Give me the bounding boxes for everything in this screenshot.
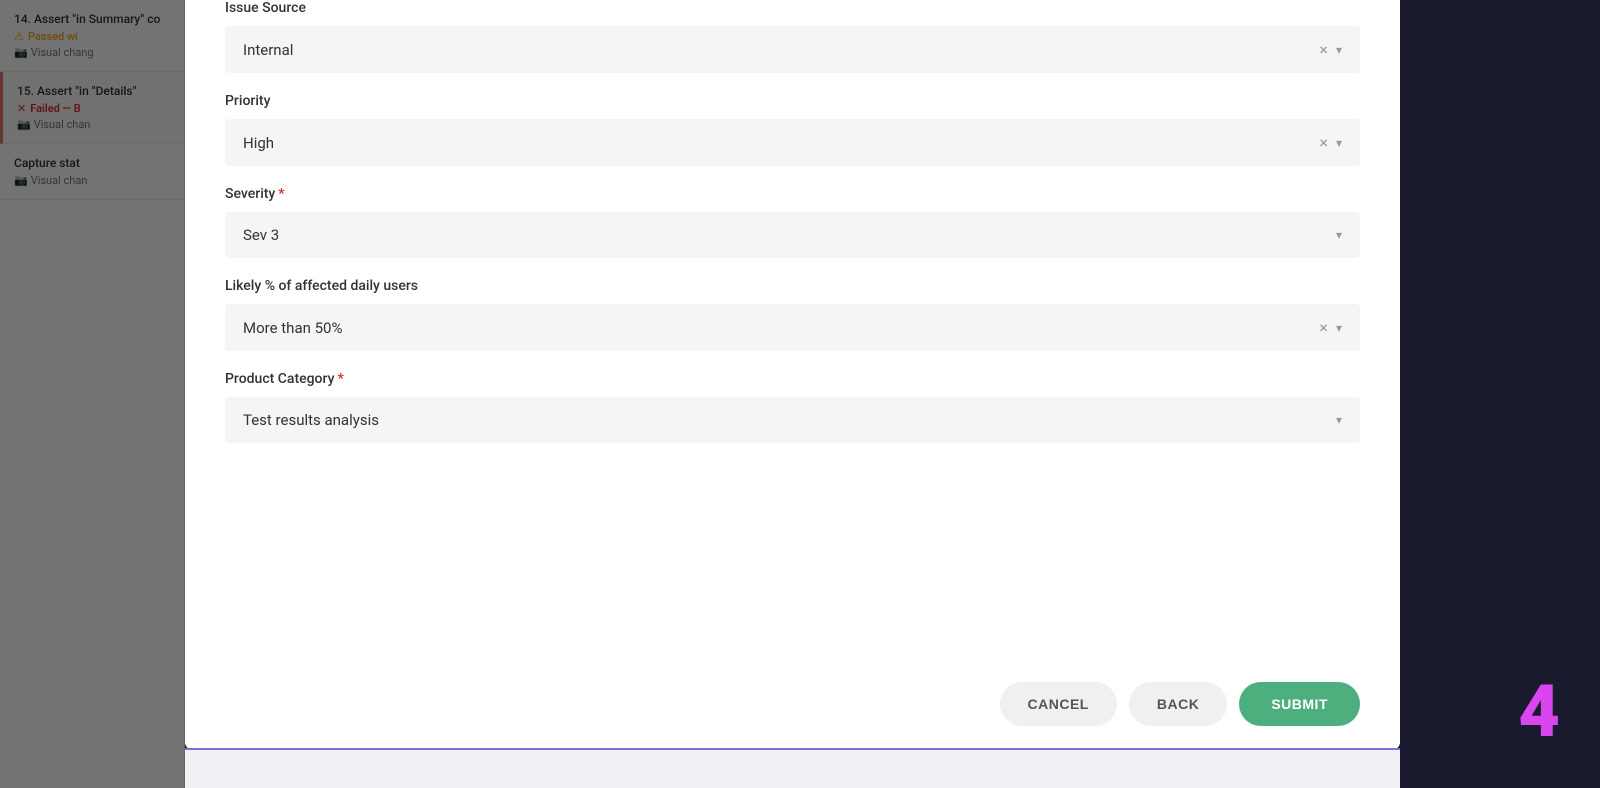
likely-percent-select[interactable]: More than 50% × ▾: [225, 304, 1360, 351]
issue-source-section: Issue Source Internal × ▾: [225, 0, 1360, 73]
severity-label: Severity *: [225, 186, 1360, 202]
select-actions: × ▾: [1319, 40, 1342, 59]
likely-percent-value: More than 50%: [243, 319, 342, 337]
clear-icon[interactable]: ×: [1319, 318, 1328, 337]
issue-source-value: Internal: [243, 41, 293, 59]
select-actions: × ▾: [1319, 318, 1342, 337]
select-actions: ▾: [1336, 228, 1342, 242]
modal-footer: CANCEL BACK SUBMIT: [185, 666, 1400, 750]
product-category-section: Product Category * Test results analysis…: [225, 371, 1360, 443]
back-button[interactable]: BACK: [1129, 682, 1227, 726]
product-category-select[interactable]: Test results analysis ▾: [225, 397, 1360, 443]
step-number: 4: [1518, 676, 1560, 748]
priority-section: Priority High × ▾: [225, 93, 1360, 166]
severity-section: Severity * Sev 3 ▾: [225, 186, 1360, 258]
select-actions: ▾: [1336, 413, 1342, 427]
required-indicator: *: [337, 371, 343, 387]
chevron-down-icon[interactable]: ▾: [1336, 43, 1342, 57]
priority-value: High: [243, 134, 274, 152]
right-panel: 4: [1400, 0, 1600, 788]
bottom-bar: [185, 748, 1400, 788]
severity-select[interactable]: Sev 3 ▾: [225, 212, 1360, 258]
clear-icon[interactable]: ×: [1319, 40, 1328, 59]
required-indicator: *: [278, 186, 284, 202]
modal-dialog: Issue Source Internal × ▾ Priority High …: [185, 0, 1400, 750]
chevron-down-icon[interactable]: ▾: [1336, 413, 1342, 427]
submit-button[interactable]: SUBMIT: [1239, 682, 1360, 726]
select-actions: × ▾: [1319, 133, 1342, 152]
issue-source-select[interactable]: Internal × ▾: [225, 26, 1360, 73]
priority-label: Priority: [225, 93, 1360, 109]
modal-body: Issue Source Internal × ▾ Priority High …: [185, 0, 1400, 666]
chevron-down-icon[interactable]: ▾: [1336, 136, 1342, 150]
chevron-down-icon[interactable]: ▾: [1336, 321, 1342, 335]
clear-icon[interactable]: ×: [1319, 133, 1328, 152]
chevron-down-icon[interactable]: ▾: [1336, 228, 1342, 242]
likely-percent-section: Likely % of affected daily users More th…: [225, 278, 1360, 351]
product-category-value: Test results analysis: [243, 411, 379, 429]
product-category-label: Product Category *: [225, 371, 1360, 387]
issue-source-label: Issue Source: [225, 0, 1360, 16]
severity-value: Sev 3: [243, 226, 279, 244]
priority-select[interactable]: High × ▾: [225, 119, 1360, 166]
cancel-button[interactable]: CANCEL: [1000, 682, 1117, 726]
likely-percent-label: Likely % of affected daily users: [225, 278, 1360, 294]
